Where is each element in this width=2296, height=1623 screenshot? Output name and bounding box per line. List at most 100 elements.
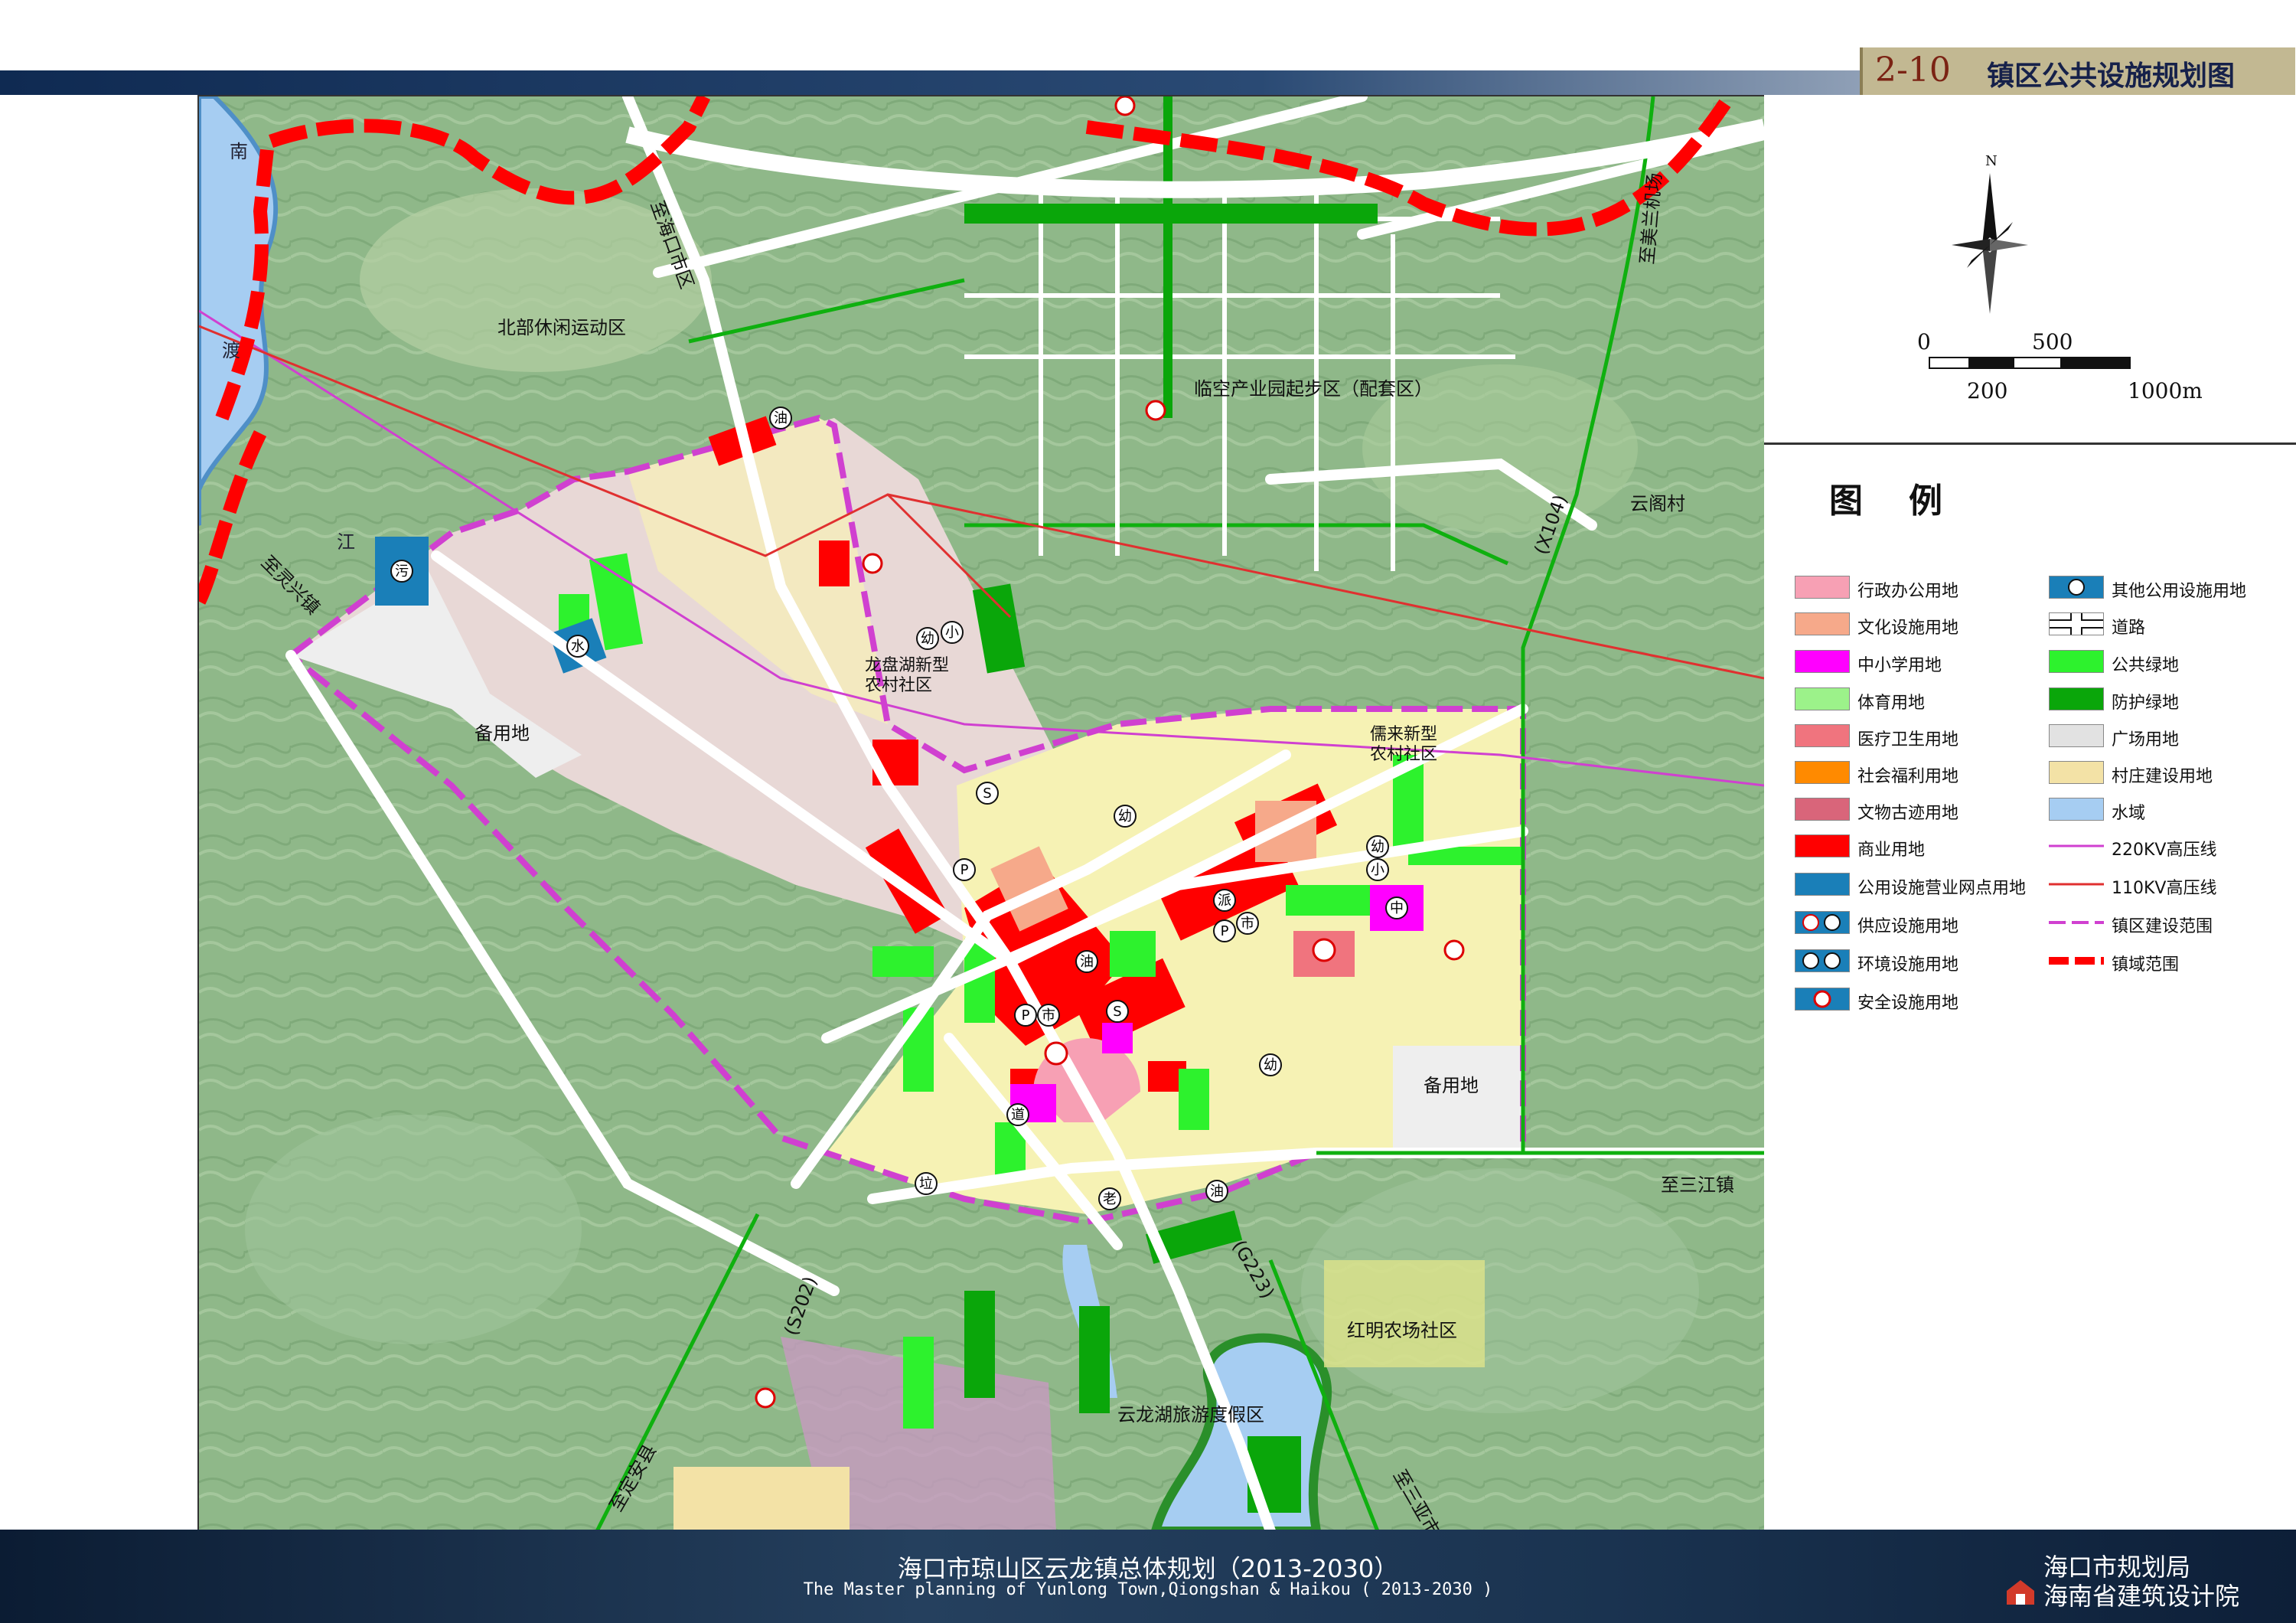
farm-community-area: [1324, 1260, 1485, 1367]
market-symbol: 市: [1236, 912, 1259, 935]
legend-line-swatch: [2049, 834, 2104, 857]
scale-tick-200: 200: [1967, 378, 2008, 403]
legend-label: 公用设施营业网点用地: [1857, 879, 2027, 898]
police-symbol: 派: [1213, 889, 1236, 912]
legend-swatch: [2049, 798, 2104, 821]
parking-symbol: P: [1213, 919, 1236, 942]
svg-text:幼: 幼: [1371, 839, 1384, 855]
public-green: [903, 1337, 934, 1429]
svg-text:油: 油: [1080, 954, 1094, 970]
legend-line-swatch: [2049, 873, 2104, 896]
label-hongming: 红明农场社区: [1347, 1320, 1457, 1341]
label-river-2: 渡: [222, 340, 240, 361]
transfer-station-symbol: S: [976, 782, 999, 805]
svg-text:中: 中: [1390, 900, 1404, 916]
legend-swatch: [2049, 687, 2104, 710]
market-symbol: 市: [1037, 1004, 1060, 1027]
legend-label: 公共绿地: [2112, 656, 2180, 675]
svg-text:幼: 幼: [1264, 1057, 1277, 1073]
public-green: [872, 946, 934, 977]
label-to-sanjiang: 至三江镇: [1661, 1174, 1734, 1196]
label-yunlong-lake: 云龙湖旅游度假区: [1117, 1404, 1264, 1425]
svg-text:垃: 垃: [919, 1176, 933, 1192]
svg-text:小: 小: [1371, 862, 1384, 878]
compass-north-label: N: [1985, 153, 1998, 169]
legend-label: 社会福利用地: [1857, 767, 1959, 786]
legend-label: 村庄建设用地: [2112, 767, 2213, 786]
svg-text:污: 污: [395, 563, 409, 580]
label-reserve-west: 备用地: [475, 723, 530, 744]
label-north-leisure: 北部休闲运动区: [497, 317, 626, 338]
sheet-number: 2-10: [1875, 51, 1951, 90]
protective-green: [1079, 1306, 1110, 1413]
environment-icon: [1795, 949, 1850, 972]
gas-station-symbol: 油: [769, 407, 792, 429]
elderly-care-symbol: 老: [1098, 1187, 1121, 1210]
legend-label: 道路: [2112, 619, 2146, 638]
legend-label: 文化设施用地: [1857, 619, 1959, 638]
legend-swatch: [1795, 798, 1850, 821]
legend-line-swatch: [2049, 949, 2104, 972]
power-symbol: [1114, 96, 1136, 116]
legend-label: 商业用地: [1857, 841, 1926, 860]
yellow-landuse-area: [673, 1467, 850, 1531]
transfer-station-symbol: S: [1106, 1000, 1129, 1023]
legend-swatch: [1795, 687, 1850, 710]
hospital-symbol: [1044, 1041, 1068, 1066]
svg-text:小: 小: [945, 625, 959, 641]
scale-tick-500: 500: [2032, 329, 2073, 354]
scale-bar-seg: [1930, 358, 1968, 367]
hospital-symbol: [1312, 938, 1336, 962]
fire-station-symbol: [1443, 939, 1465, 961]
legend-label: 医疗卫生用地: [1857, 730, 1959, 749]
kindergarten-symbol: 幼: [1114, 805, 1137, 828]
legend-line-swatch: [2049, 911, 2104, 934]
svg-text:S: S: [983, 785, 991, 802]
legend-label: 镇区建设范围: [2112, 917, 2213, 936]
label-yunge: 云阁村: [1630, 493, 1685, 514]
legend-label: 防护绿地: [2112, 694, 2180, 713]
parking-symbol: P: [953, 858, 976, 881]
legend-swatch: [1795, 834, 1850, 857]
legend-label: 供应设施用地: [1857, 917, 1959, 936]
kindergarten-symbol: 幼: [1259, 1053, 1282, 1076]
svg-text:市: 市: [1241, 916, 1254, 932]
legend-swatch: [1795, 761, 1850, 784]
legend-label: 环境设施用地: [1857, 955, 1959, 975]
footer-title-en: The Master planning of Yunlong Town,Qion…: [803, 1580, 1493, 1599]
institute-logo-icon: [2007, 1580, 2034, 1605]
legend-label: 文物古迹用地: [1857, 804, 1959, 823]
parking-symbol: P: [1014, 1004, 1037, 1027]
planning-map[interactable]: 北部休闲运动区 临空产业园起步区（配套区） 备用地 备用地 红明农场社区 云龙湖…: [197, 95, 1766, 1533]
svg-text:幼: 幼: [1118, 808, 1132, 825]
kindergarten-symbol: 幼: [916, 627, 939, 650]
fire-station-symbol: [862, 553, 883, 574]
label-longpan-line-1: 农村社区: [865, 676, 932, 695]
svg-text:S: S: [1113, 1004, 1121, 1020]
legend-label: 体育用地: [1857, 694, 1926, 713]
public-green: [1286, 885, 1370, 916]
label-rulai: 儒来新型 农村社区: [1370, 725, 1443, 764]
legend-label: 110KV高压线: [2112, 879, 2217, 898]
road-facility-symbol: 道: [1006, 1103, 1029, 1126]
svg-text:油: 油: [1210, 1184, 1224, 1200]
safety-icon: [1795, 988, 1850, 1011]
scale-bar: [1929, 357, 2131, 369]
svg-text:P: P: [1221, 923, 1229, 939]
sheet-title: 镇区公共设施规划图: [1987, 60, 2236, 92]
primary-school-symbol: 小: [941, 621, 964, 644]
svg-text:水: 水: [571, 638, 585, 655]
legend-swatch: [1795, 873, 1850, 896]
svg-text:幼: 幼: [921, 631, 934, 647]
supply-icon: [1795, 911, 1850, 934]
power-symbol: [1145, 400, 1166, 421]
commercial-block: [819, 540, 850, 586]
sewage-symbol: 污: [390, 560, 413, 583]
footer-org-2: 海南省建筑设计院: [2043, 1582, 2240, 1611]
legend-swatch: [1795, 724, 1850, 747]
public-green: [1179, 1069, 1209, 1130]
north-arrow-icon: N: [1952, 153, 2028, 314]
legend-swatch: [2049, 761, 2104, 784]
legend-title: 图例: [1829, 482, 1988, 521]
label-rulai-line-1: 农村社区: [1370, 745, 1437, 764]
